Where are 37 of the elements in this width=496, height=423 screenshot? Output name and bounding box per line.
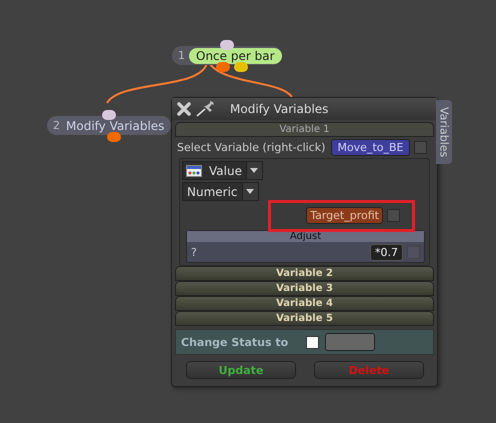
dropdown[interactable]: Value bbox=[182, 161, 263, 180]
section-header[interactable]: Variable 3 bbox=[175, 281, 434, 296]
dropdown[interactable]: Numeric bbox=[182, 182, 259, 201]
checkbox[interactable] bbox=[306, 336, 320, 348]
status-field[interactable] bbox=[325, 333, 376, 351]
variable-button[interactable]: Target_profit bbox=[306, 207, 383, 224]
input-port[interactable] bbox=[220, 40, 234, 50]
value-icon bbox=[186, 164, 202, 176]
checkbox[interactable] bbox=[414, 141, 426, 154]
variable-button[interactable]: Move_to_BE bbox=[331, 139, 410, 156]
adjust-value[interactable]: *0.7 bbox=[370, 244, 403, 260]
adjust-label: ? bbox=[191, 246, 198, 258]
caret-icon bbox=[246, 189, 254, 194]
node-label: Once per bar bbox=[189, 48, 282, 64]
node-number: 1 bbox=[177, 49, 186, 62]
pin-icon[interactable] bbox=[195, 100, 217, 118]
output-port[interactable] bbox=[234, 62, 248, 72]
checkbox[interactable] bbox=[407, 246, 420, 258]
flow-node[interactable]: 2 Modify Variables bbox=[47, 116, 172, 135]
checkbox[interactable] bbox=[387, 209, 400, 222]
update-button[interactable]: Update bbox=[186, 361, 296, 379]
select-label: Select Variable (right-click) bbox=[177, 141, 326, 154]
close-icon[interactable] bbox=[176, 101, 192, 117]
adjust-header: Adjust bbox=[187, 231, 424, 242]
output-port[interactable] bbox=[107, 132, 122, 142]
dialog-title: Modify Variables bbox=[230, 102, 328, 116]
node-label: Modify Variables bbox=[65, 118, 166, 132]
section-header[interactable]: Variable 4 bbox=[175, 296, 434, 311]
flow-node[interactable]: 1 Once per bar bbox=[172, 46, 282, 65]
caret-icon bbox=[250, 168, 258, 173]
input-port[interactable] bbox=[102, 110, 116, 120]
section-header[interactable]: Variable 1 bbox=[175, 122, 434, 137]
node-number: 2 bbox=[52, 119, 61, 132]
section-header[interactable]: Variable 5 bbox=[175, 311, 434, 326]
section-header[interactable]: Variable 2 bbox=[175, 266, 434, 281]
status-label: Change Status to bbox=[181, 336, 288, 348]
side-tab[interactable]: Variables bbox=[436, 100, 452, 164]
